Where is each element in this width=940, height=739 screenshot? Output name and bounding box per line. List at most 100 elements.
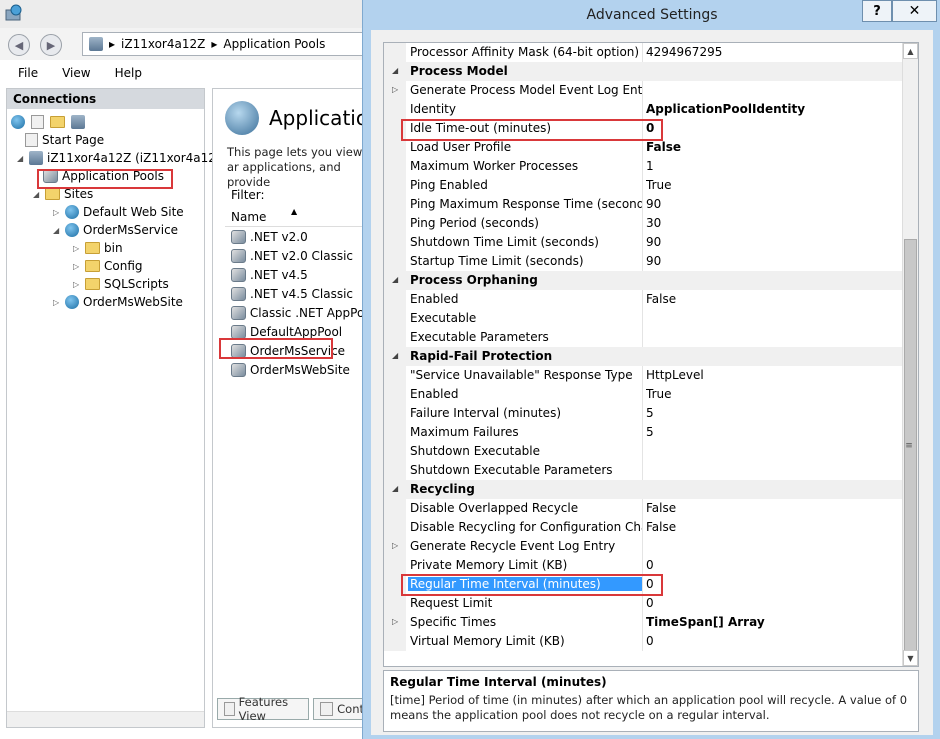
- property-value[interactable]: 0: [646, 634, 900, 648]
- collapse-icon[interactable]: ◢: [33, 190, 41, 199]
- property-row[interactable]: Virtual Memory Limit (KB) 0: [384, 632, 904, 651]
- tree-item-config[interactable]: ▷ Config: [73, 257, 143, 275]
- list-item[interactable]: Classic .NET AppPool: [225, 303, 375, 322]
- scroll-down-icon[interactable]: ▼: [903, 650, 918, 666]
- tree-item-sqlscripts[interactable]: ▷ SQLScripts: [73, 275, 169, 293]
- save-icon[interactable]: [31, 115, 44, 129]
- scroll-up-icon[interactable]: ▲: [903, 43, 918, 59]
- tree-item-server[interactable]: ◢ iZ11xor4a12Z (iZ11xor4a12Z\A: [17, 149, 236, 167]
- property-row[interactable]: Ping Maximum Response Time (seconds) 90: [384, 195, 904, 214]
- collapse-icon[interactable]: ◢: [53, 226, 61, 235]
- property-row[interactable]: Ping Enabled True: [384, 176, 904, 195]
- tree-item-bin[interactable]: ▷ bin: [73, 239, 123, 257]
- tree-item-ordermsservice[interactable]: ◢ OrderMsService: [53, 221, 178, 239]
- collapse-icon[interactable]: ◢: [392, 351, 398, 360]
- property-value[interactable]: 90: [646, 235, 900, 249]
- property-row[interactable]: Disable Recycling for Configuration Chan…: [384, 518, 904, 537]
- forward-button[interactable]: ▶: [40, 34, 62, 56]
- expand-icon[interactable]: ▷: [53, 298, 61, 307]
- menu-view[interactable]: View: [62, 66, 90, 80]
- up-level-icon[interactable]: [50, 116, 65, 128]
- property-value[interactable]: False: [646, 520, 900, 534]
- property-row[interactable]: Ping Period (seconds) 30: [384, 214, 904, 233]
- property-row[interactable]: ▷ Generate Recycle Event Log Entry: [384, 537, 904, 556]
- property-value[interactable]: 5: [646, 425, 900, 439]
- property-row[interactable]: Enabled True: [384, 385, 904, 404]
- expand-icon[interactable]: ▷: [392, 617, 398, 626]
- property-value[interactable]: 0: [646, 121, 900, 135]
- property-row[interactable]: "Service Unavailable" Response Type HttpL…: [384, 366, 904, 385]
- property-value[interactable]: True: [646, 178, 900, 192]
- collapse-icon[interactable]: ◢: [392, 275, 398, 284]
- property-value[interactable]: 4294967295: [646, 45, 900, 59]
- property-value[interactable]: TimeSpan[] Array: [646, 615, 900, 629]
- property-row[interactable]: Executable: [384, 309, 904, 328]
- expand-icon[interactable]: ▷: [73, 280, 81, 289]
- property-row[interactable]: Request Limit 0: [384, 594, 904, 613]
- menu-help[interactable]: Help: [115, 66, 142, 80]
- address-bar[interactable]: ▸ iZ11xor4a12Z ▸ Application Pools: [82, 32, 382, 56]
- property-row[interactable]: Startup Time Limit (seconds) 90: [384, 252, 904, 271]
- property-value[interactable]: 0: [646, 558, 900, 572]
- vertical-scrollbar[interactable]: ▲ ≡ ▼: [902, 43, 918, 666]
- property-row[interactable]: Enabled False: [384, 290, 904, 309]
- property-value[interactable]: False: [646, 292, 900, 306]
- disconnect-icon[interactable]: [71, 115, 85, 129]
- property-row[interactable]: Shutdown Executable Parameters: [384, 461, 904, 480]
- expand-icon[interactable]: ▷: [53, 208, 61, 217]
- property-category[interactable]: ◢ Process Model: [384, 62, 904, 81]
- collapse-icon[interactable]: ◢: [392, 484, 398, 493]
- collapse-icon[interactable]: ◢: [17, 154, 25, 163]
- property-row[interactable]: Executable Parameters: [384, 328, 904, 347]
- property-value[interactable]: 90: [646, 197, 900, 211]
- expand-icon[interactable]: ▷: [73, 244, 81, 253]
- list-item[interactable]: .NET v4.5: [225, 265, 375, 284]
- property-value[interactable]: HttpLevel: [646, 368, 900, 382]
- property-row[interactable]: Failure Interval (minutes) 5: [384, 404, 904, 423]
- tree-item-start-page[interactable]: Start Page: [25, 131, 104, 149]
- list-item[interactable]: OrderMsWebSite: [225, 360, 375, 379]
- features-view-button[interactable]: Features View: [217, 695, 310, 723]
- expand-icon[interactable]: ▷: [73, 262, 81, 271]
- list-item[interactable]: .NET v2.0: [225, 227, 375, 246]
- tree-item-ordermswebsite[interactable]: ▷ OrderMsWebSite: [53, 293, 183, 311]
- property-value[interactable]: False: [646, 140, 900, 154]
- property-value[interactable]: 0: [646, 596, 900, 610]
- list-item[interactable]: .NET v2.0 Classic: [225, 246, 375, 265]
- property-row[interactable]: Disable Overlapped Recycle False: [384, 499, 904, 518]
- property-category[interactable]: ◢ Recycling: [384, 480, 904, 499]
- column-header-name[interactable]: Name ▲: [225, 207, 375, 227]
- list-item[interactable]: .NET v4.5 Classic: [225, 284, 375, 303]
- property-row[interactable]: Maximum Failures 5: [384, 423, 904, 442]
- property-row[interactable]: Private Memory Limit (KB) 0: [384, 556, 904, 575]
- property-category[interactable]: ◢ Rapid-Fail Protection: [384, 347, 904, 366]
- property-value[interactable]: 1: [646, 159, 900, 173]
- address-server[interactable]: iZ11xor4a12Z: [121, 37, 205, 51]
- property-row[interactable]: Processor Affinity Mask (64-bit option) 4…: [384, 43, 904, 62]
- property-value[interactable]: False: [646, 501, 900, 515]
- menu-file[interactable]: File: [18, 66, 38, 80]
- horizontal-scrollbar[interactable]: [7, 711, 204, 727]
- property-value[interactable]: True: [646, 387, 900, 401]
- property-category[interactable]: ◢ Process Orphaning: [384, 271, 904, 290]
- property-row[interactable]: Shutdown Time Limit (seconds) 90: [384, 233, 904, 252]
- address-page[interactable]: Application Pools: [223, 37, 325, 51]
- help-button[interactable]: ?: [862, 0, 892, 22]
- tree-item-default-web-site[interactable]: ▷ Default Web Site: [53, 203, 184, 221]
- property-value[interactable]: 5: [646, 406, 900, 420]
- property-row[interactable]: ▷ Generate Process Model Event Log Entry: [384, 81, 904, 100]
- property-row[interactable]: Identity ApplicationPoolIdentity: [384, 100, 904, 119]
- property-row[interactable]: Maximum Worker Processes 1: [384, 157, 904, 176]
- connect-icon[interactable]: [11, 115, 25, 129]
- property-row[interactable]: ▷ Specific Times TimeSpan[] Array: [384, 613, 904, 632]
- property-value[interactable]: 30: [646, 216, 900, 230]
- close-button[interactable]: ✕: [892, 0, 937, 22]
- expand-icon[interactable]: ▷: [392, 541, 398, 550]
- property-value[interactable]: ApplicationPoolIdentity: [646, 102, 900, 116]
- expand-icon[interactable]: ▷: [392, 85, 398, 94]
- back-button[interactable]: ◀: [8, 34, 30, 56]
- collapse-icon[interactable]: ◢: [392, 66, 398, 75]
- property-row[interactable]: Shutdown Executable: [384, 442, 904, 461]
- property-value[interactable]: 0: [646, 577, 900, 591]
- property-value[interactable]: 90: [646, 254, 900, 268]
